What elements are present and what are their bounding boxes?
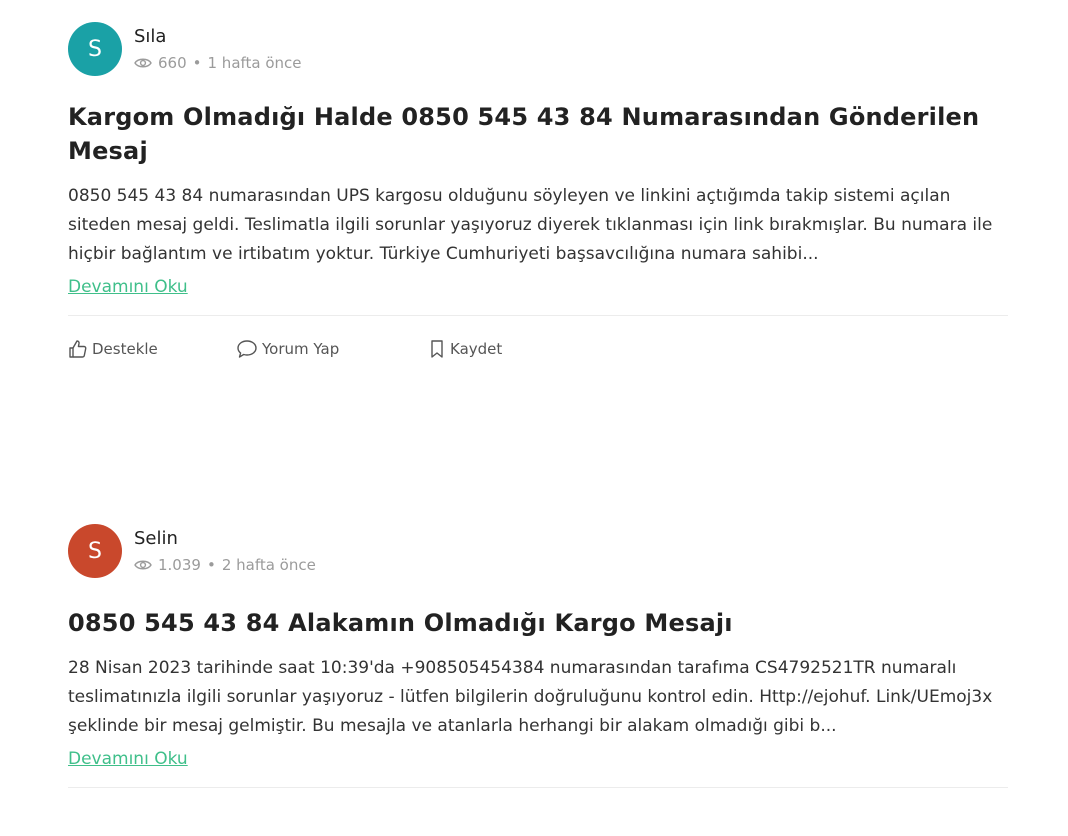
thumbs-up-icon [68,339,88,359]
eye-icon [134,57,152,69]
post-meta: 1.039 • 2 hafta önce [134,556,316,574]
post-meta: 660 • 1 hafta önce [134,54,302,72]
comment-icon [236,339,258,359]
read-more-link[interactable]: Devamını Oku [68,275,188,299]
post-excerpt: 0850 545 43 84 numarasından UPS kargosu … [68,186,993,264]
post-time: 1 hafta önce [207,54,302,72]
support-label: Destekle [92,340,158,358]
comment-button[interactable]: Yorum Yap [236,339,428,359]
post-time: 2 hafta önce [221,556,316,574]
comment-label: Yorum Yap [262,340,340,358]
bookmark-icon [428,339,446,359]
avatar[interactable]: S [68,22,122,76]
post-title[interactable]: 0850 545 43 84 Alakamın Olmadığı Kargo M… [68,606,1008,640]
post-excerpt: 28 Nisan 2023 tarihinde saat 10:39'da +9… [68,658,993,736]
post-card: S Sıla 660 • 1 hafta önce Kargom Olmadığ… [68,22,1008,360]
view-count: 1.039 [158,556,201,574]
divider [68,315,1008,316]
view-count: 660 [158,54,187,72]
eye-icon [134,559,152,571]
save-button[interactable]: Kaydet [428,339,502,359]
author-meta: Selin 1.039 • 2 hafta önce [134,528,316,574]
author-name[interactable]: Selin [134,528,316,550]
post-header: S Selin 1.039 • 2 hafta önce [68,524,1008,578]
avatar[interactable]: S [68,524,122,578]
meta-separator: • [206,556,216,574]
support-button[interactable]: Destekle [68,339,236,359]
save-label: Kaydet [450,340,503,358]
meta-separator: • [192,54,202,72]
post-header: S Sıla 660 • 1 hafta önce [68,22,1008,76]
read-more-link[interactable]: Devamını Oku [68,747,188,771]
post-card: S Selin 1.039 • 2 hafta önce 0850 545 43… [68,524,1008,788]
divider [68,787,1008,788]
post-actions: Destekle Yorum Yap Kaydet [68,338,1008,360]
author-name[interactable]: Sıla [134,26,302,48]
author-meta: Sıla 660 • 1 hafta önce [134,26,302,72]
post-title[interactable]: Kargom Olmadığı Halde 0850 545 43 84 Num… [68,100,1008,168]
